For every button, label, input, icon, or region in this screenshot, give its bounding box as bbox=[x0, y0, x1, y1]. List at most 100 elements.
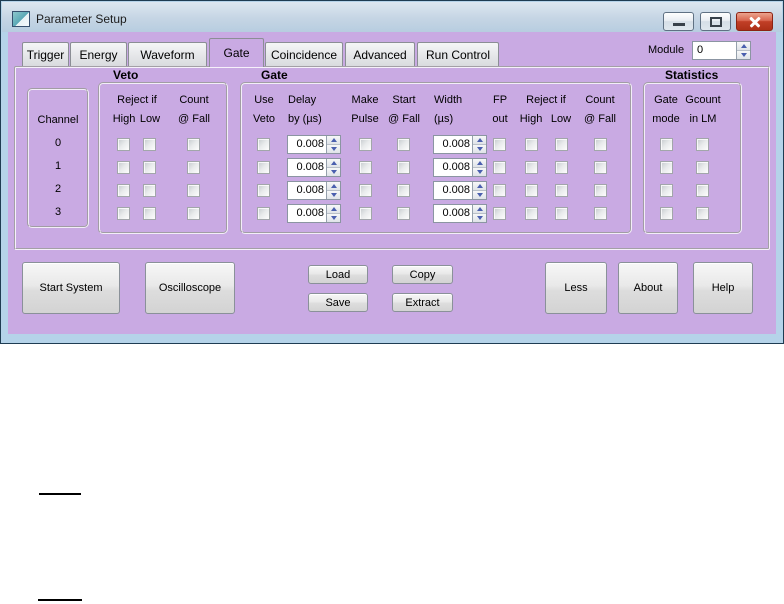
module-spinbox[interactable]: 0 bbox=[692, 41, 751, 60]
gate-count-fall-ch1-checkbox[interactable] bbox=[594, 161, 607, 174]
gate-header-start-fall: @ Fall bbox=[388, 113, 420, 125]
oscilloscope-button[interactable]: Oscilloscope bbox=[145, 262, 235, 314]
gate-make-pulse-ch0-checkbox[interactable] bbox=[359, 138, 372, 151]
gate-width-ch0-spin-buttons[interactable] bbox=[472, 136, 486, 153]
page: Parameter Setup Trigger Energy Waveform … bbox=[0, 0, 784, 604]
spin-down-icon bbox=[327, 168, 340, 176]
veto-reject-high-ch0-checkbox[interactable] bbox=[117, 138, 130, 151]
gate-delay-ch3-spinbox[interactable]: 0.008 bbox=[287, 204, 341, 223]
gate-reject-low-ch1-checkbox[interactable] bbox=[555, 161, 568, 174]
veto-reject-high-ch1-checkbox[interactable] bbox=[117, 161, 130, 174]
gate-fp-out-ch1-checkbox[interactable] bbox=[493, 161, 506, 174]
maximize-button[interactable] bbox=[700, 12, 731, 31]
gate-make-pulse-ch3-checkbox[interactable] bbox=[359, 207, 372, 220]
veto-count-fall-ch1-checkbox[interactable] bbox=[187, 161, 200, 174]
gate-fp-out-ch0-checkbox[interactable] bbox=[493, 138, 506, 151]
veto-count-fall-ch0-checkbox[interactable] bbox=[187, 138, 200, 151]
gate-use-veto-ch2-checkbox[interactable] bbox=[257, 184, 270, 197]
gate-reject-high-ch0-checkbox[interactable] bbox=[525, 138, 538, 151]
tab-trigger[interactable]: Trigger bbox=[22, 42, 69, 66]
gate-delay-ch0-spinbox[interactable]: 0.008 bbox=[287, 135, 341, 154]
save-button[interactable]: Save bbox=[308, 293, 368, 312]
gate-reject-high-ch3-checkbox[interactable] bbox=[525, 207, 538, 220]
gate-fp-out-ch2-checkbox[interactable] bbox=[493, 184, 506, 197]
veto-reject-low-ch1-checkbox[interactable] bbox=[143, 161, 156, 174]
tab-run-control[interactable]: Run Control bbox=[417, 42, 499, 66]
gate-width-ch1-spinbox[interactable]: 0.008 bbox=[433, 158, 487, 177]
gate-make-pulse-ch2-checkbox[interactable] bbox=[359, 184, 372, 197]
veto-reject-low-ch2-checkbox[interactable] bbox=[143, 184, 156, 197]
stats-gate-mode-ch0-checkbox[interactable] bbox=[660, 138, 673, 151]
tab-energy[interactable]: Energy bbox=[70, 42, 127, 66]
gate-header-make: Make bbox=[351, 94, 379, 106]
gate-use-veto-ch3-checkbox[interactable] bbox=[257, 207, 270, 220]
stats-gcount-lm-ch0-checkbox[interactable] bbox=[696, 138, 709, 151]
load-button[interactable]: Load bbox=[308, 265, 368, 284]
gate-use-veto-ch0-checkbox[interactable] bbox=[257, 138, 270, 151]
extract-button[interactable]: Extract bbox=[392, 293, 453, 312]
veto-count-fall-ch2-checkbox[interactable] bbox=[187, 184, 200, 197]
gate-fp-out-ch3-checkbox[interactable] bbox=[493, 207, 506, 220]
minimize-button[interactable] bbox=[663, 12, 694, 31]
gate-start-fall-ch1-checkbox[interactable] bbox=[397, 161, 410, 174]
tab-gate[interactable]: Gate bbox=[209, 38, 264, 67]
gate-delay-ch1-spinbox[interactable]: 0.008 bbox=[287, 158, 341, 177]
gate-reject-high-ch2-checkbox[interactable] bbox=[525, 184, 538, 197]
spin-up-icon bbox=[327, 182, 340, 191]
veto-reject-low-ch0-checkbox[interactable] bbox=[143, 138, 156, 151]
stats-gate-mode-ch3-checkbox[interactable] bbox=[660, 207, 673, 220]
statistics-title: Statistics bbox=[662, 69, 722, 82]
gate-delay-ch0-spin-buttons[interactable] bbox=[326, 136, 340, 153]
less-button[interactable]: Less bbox=[545, 262, 607, 314]
copy-button[interactable]: Copy bbox=[392, 265, 453, 284]
veto-reject-high-ch3-checkbox[interactable] bbox=[117, 207, 130, 220]
veto-count-fall-ch3-checkbox[interactable] bbox=[187, 207, 200, 220]
about-button[interactable]: About bbox=[618, 262, 678, 314]
gate-use-veto-ch1-checkbox[interactable] bbox=[257, 161, 270, 174]
gate-reject-low-ch3-checkbox[interactable] bbox=[555, 207, 568, 220]
gate-count-fall-ch3-checkbox[interactable] bbox=[594, 207, 607, 220]
stats-header-in-lm: in LM bbox=[689, 113, 717, 125]
spin-down-icon bbox=[473, 168, 486, 176]
gate-header-use: Use bbox=[254, 94, 274, 106]
gate-width-ch0-spinbox[interactable]: 0.008 bbox=[433, 135, 487, 154]
tab-waveform[interactable]: Waveform bbox=[128, 42, 207, 66]
gate-header-delay-units: by (µs) bbox=[288, 113, 322, 125]
veto-reject-low-ch3-checkbox[interactable] bbox=[143, 207, 156, 220]
stats-gate-mode-ch1-checkbox[interactable] bbox=[660, 161, 673, 174]
gate-width-ch3-spinbox[interactable]: 0.008 bbox=[433, 204, 487, 223]
gate-start-fall-ch0-checkbox[interactable] bbox=[397, 138, 410, 151]
gate-width-ch2-spinbox[interactable]: 0.008 bbox=[433, 181, 487, 200]
veto-header-count: Count bbox=[179, 94, 209, 106]
gate-reject-low-ch0-checkbox[interactable] bbox=[555, 138, 568, 151]
help-button[interactable]: Help bbox=[693, 262, 753, 314]
gate-count-fall-ch2-checkbox[interactable] bbox=[594, 184, 607, 197]
gate-delay-ch2-spin-buttons[interactable] bbox=[326, 182, 340, 199]
veto-reject-high-ch2-checkbox[interactable] bbox=[117, 184, 130, 197]
stats-gate-mode-ch2-checkbox[interactable] bbox=[660, 184, 673, 197]
module-spin-buttons[interactable] bbox=[736, 42, 750, 59]
tab-advanced[interactable]: Advanced bbox=[345, 42, 415, 66]
gate-delay-ch1-spin-buttons[interactable] bbox=[326, 159, 340, 176]
stats-gcount-lm-ch1-checkbox[interactable] bbox=[696, 161, 709, 174]
spin-up-icon bbox=[473, 159, 486, 168]
gate-width-ch2-spin-buttons[interactable] bbox=[472, 182, 486, 199]
gate-start-fall-ch3-checkbox[interactable] bbox=[397, 207, 410, 220]
start-system-button[interactable]: Start System bbox=[22, 262, 120, 314]
gate-delay-ch2-spinbox[interactable]: 0.008 bbox=[287, 181, 341, 200]
gate-make-pulse-ch1-checkbox[interactable] bbox=[359, 161, 372, 174]
gate-width-ch3-spin-buttons[interactable] bbox=[472, 205, 486, 222]
stats-gcount-lm-ch2-checkbox[interactable] bbox=[696, 184, 709, 197]
gate-start-fall-ch2-checkbox[interactable] bbox=[397, 184, 410, 197]
close-button[interactable] bbox=[736, 12, 773, 31]
gate-width-ch1-spin-buttons[interactable] bbox=[472, 159, 486, 176]
gate-header-at-fall: @ Fall bbox=[584, 113, 616, 125]
gate-reject-low-ch2-checkbox[interactable] bbox=[555, 184, 568, 197]
spin-up-icon bbox=[473, 136, 486, 145]
gate-delay-ch3-spin-buttons[interactable] bbox=[326, 205, 340, 222]
tab-coincidence[interactable]: Coincidence bbox=[265, 42, 343, 66]
gate-reject-high-ch1-checkbox[interactable] bbox=[525, 161, 538, 174]
stats-gcount-lm-ch3-checkbox[interactable] bbox=[696, 207, 709, 220]
spin-up-icon bbox=[327, 205, 340, 214]
gate-count-fall-ch0-checkbox[interactable] bbox=[594, 138, 607, 151]
